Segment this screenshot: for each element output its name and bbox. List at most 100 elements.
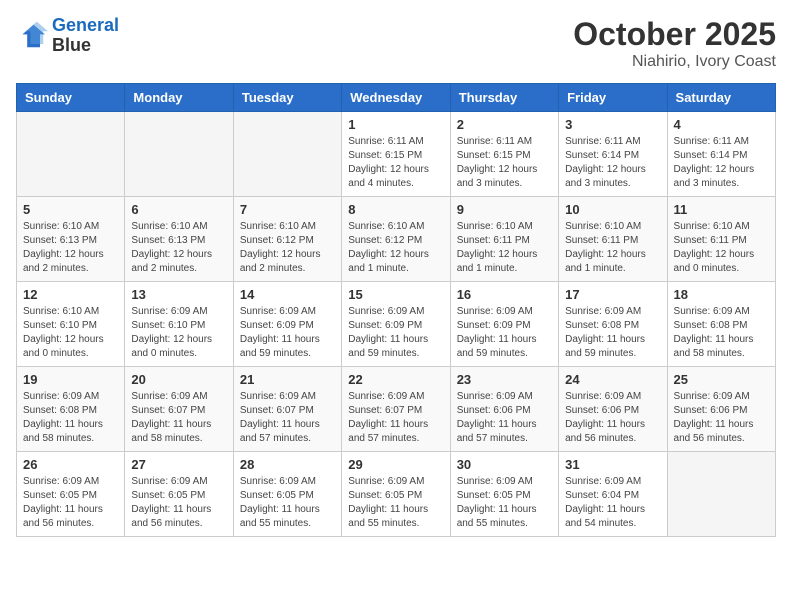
calendar-day-cell [125, 112, 233, 197]
calendar-week-row: 19 Sunrise: 6:09 AM Sunset: 6:08 PM Dayli… [17, 367, 776, 452]
day-info: Sunrise: 6:09 AM Sunset: 6:05 PM Dayligh… [131, 475, 226, 531]
day-number: 22 [348, 372, 443, 387]
title-block: October 2025 Niahirio, Ivory Coast [573, 16, 776, 71]
calendar-day-cell: 24 Sunrise: 6:09 AM Sunset: 6:06 PM Dayli… [559, 367, 667, 452]
day-number: 28 [240, 457, 335, 472]
weekday-header-cell: Sunday [17, 84, 125, 112]
day-number: 13 [131, 287, 226, 302]
calendar-day-cell: 30 Sunrise: 6:09 AM Sunset: 6:05 PM Dayli… [450, 452, 558, 537]
day-info: Sunrise: 6:10 AM Sunset: 6:13 PM Dayligh… [131, 220, 226, 276]
calendar-day-cell: 19 Sunrise: 6:09 AM Sunset: 6:08 PM Dayli… [17, 367, 125, 452]
day-number: 8 [348, 202, 443, 217]
calendar-day-cell: 18Sunrise: 6:09 AM Sunset: 6:08 PM Dayli… [667, 282, 775, 367]
calendar-week-row: 1Sunrise: 6:11 AM Sunset: 6:15 PM Daylig… [17, 112, 776, 197]
day-info: Sunrise: 6:09 AM Sunset: 6:08 PM Dayligh… [565, 305, 660, 361]
calendar-day-cell: 12 Sunrise: 6:10 AM Sunset: 6:10 PM Dayli… [17, 282, 125, 367]
logo: General Blue [16, 16, 119, 56]
calendar-day-cell: 1Sunrise: 6:11 AM Sunset: 6:15 PM Daylig… [342, 112, 450, 197]
day-number: 30 [457, 457, 552, 472]
page-title: October 2025 [573, 16, 776, 53]
calendar-day-cell: 27 Sunrise: 6:09 AM Sunset: 6:05 PM Dayli… [125, 452, 233, 537]
day-number: 12 [23, 287, 118, 302]
calendar-day-cell: 22 Sunrise: 6:09 AM Sunset: 6:07 PM Dayli… [342, 367, 450, 452]
calendar-day-cell: 4 Sunrise: 6:11 AM Sunset: 6:14 PM Daylig… [667, 112, 775, 197]
calendar-table: SundayMondayTuesdayWednesdayThursdayFrid… [16, 83, 776, 537]
day-info: Sunrise: 6:09 AM Sunset: 6:05 PM Dayligh… [457, 475, 552, 531]
day-number: 19 [23, 372, 118, 387]
calendar-day-cell: 28 Sunrise: 6:09 AM Sunset: 6:05 PM Dayli… [233, 452, 341, 537]
calendar-day-cell: 10 Sunrise: 6:10 AM Sunset: 6:11 PM Dayli… [559, 197, 667, 282]
day-info: Sunrise: 6:09 AM Sunset: 6:09 PM Dayligh… [457, 305, 552, 361]
day-info: Sunrise: 6:10 AM Sunset: 6:11 PM Dayligh… [565, 220, 660, 276]
calendar-day-cell: 6 Sunrise: 6:10 AM Sunset: 6:13 PM Daylig… [125, 197, 233, 282]
calendar-day-cell: 25 Sunrise: 6:09 AM Sunset: 6:06 PM Dayli… [667, 367, 775, 452]
day-info: Sunrise: 6:09 AM Sunset: 6:06 PM Dayligh… [457, 390, 552, 446]
day-info: Sunrise: 6:09 AM Sunset: 6:09 PM Dayligh… [240, 305, 335, 361]
weekday-header-cell: Thursday [450, 84, 558, 112]
day-number: 23 [457, 372, 552, 387]
day-number: 9 [457, 202, 552, 217]
day-number: 17 [565, 287, 660, 302]
calendar-day-cell: 31Sunrise: 6:09 AM Sunset: 6:04 PM Dayli… [559, 452, 667, 537]
weekday-header-cell: Friday [559, 84, 667, 112]
logo-icon [16, 20, 48, 52]
weekday-header-cell: Monday [125, 84, 233, 112]
calendar-day-cell: 2Sunrise: 6:11 AM Sunset: 6:15 PM Daylig… [450, 112, 558, 197]
weekday-header-cell: Wednesday [342, 84, 450, 112]
day-number: 21 [240, 372, 335, 387]
day-info: Sunrise: 6:10 AM Sunset: 6:10 PM Dayligh… [23, 305, 118, 361]
day-info: Sunrise: 6:09 AM Sunset: 6:10 PM Dayligh… [131, 305, 226, 361]
day-info: Sunrise: 6:10 AM Sunset: 6:13 PM Dayligh… [23, 220, 118, 276]
day-number: 3 [565, 117, 660, 132]
calendar-day-cell: 3Sunrise: 6:11 AM Sunset: 6:14 PM Daylig… [559, 112, 667, 197]
weekday-header-cell: Tuesday [233, 84, 341, 112]
calendar-day-cell [17, 112, 125, 197]
day-info: Sunrise: 6:09 AM Sunset: 6:06 PM Dayligh… [674, 390, 769, 446]
day-info: Sunrise: 6:09 AM Sunset: 6:05 PM Dayligh… [23, 475, 118, 531]
page-header: General Blue October 2025 Niahirio, Ivor… [16, 16, 776, 71]
day-number: 10 [565, 202, 660, 217]
day-number: 4 [674, 117, 769, 132]
day-info: Sunrise: 6:09 AM Sunset: 6:06 PM Dayligh… [565, 390, 660, 446]
calendar-day-cell: 17 Sunrise: 6:09 AM Sunset: 6:08 PM Dayli… [559, 282, 667, 367]
day-number: 7 [240, 202, 335, 217]
logo-text: General Blue [52, 16, 119, 56]
calendar-day-cell: 9 Sunrise: 6:10 AM Sunset: 6:11 PM Daylig… [450, 197, 558, 282]
day-info: Sunrise: 6:09 AM Sunset: 6:04 PM Dayligh… [565, 475, 660, 531]
day-info: Sunrise: 6:09 AM Sunset: 6:07 PM Dayligh… [348, 390, 443, 446]
day-number: 20 [131, 372, 226, 387]
day-info: Sunrise: 6:10 AM Sunset: 6:11 PM Dayligh… [457, 220, 552, 276]
calendar-day-cell: 8 Sunrise: 6:10 AM Sunset: 6:12 PM Daylig… [342, 197, 450, 282]
calendar-week-row: 12 Sunrise: 6:10 AM Sunset: 6:10 PM Dayli… [17, 282, 776, 367]
day-info: Sunrise: 6:10 AM Sunset: 6:12 PM Dayligh… [240, 220, 335, 276]
calendar-day-cell: 5 Sunrise: 6:10 AM Sunset: 6:13 PM Daylig… [17, 197, 125, 282]
day-info: Sunrise: 6:09 AM Sunset: 6:05 PM Dayligh… [348, 475, 443, 531]
day-number: 26 [23, 457, 118, 472]
day-info: Sunrise: 6:09 AM Sunset: 6:05 PM Dayligh… [240, 475, 335, 531]
day-number: 18 [674, 287, 769, 302]
calendar-day-cell: 16Sunrise: 6:09 AM Sunset: 6:09 PM Dayli… [450, 282, 558, 367]
calendar-day-cell [667, 452, 775, 537]
day-number: 29 [348, 457, 443, 472]
day-info: Sunrise: 6:10 AM Sunset: 6:12 PM Dayligh… [348, 220, 443, 276]
day-info: Sunrise: 6:10 AM Sunset: 6:11 PM Dayligh… [674, 220, 769, 276]
calendar-day-cell: 7 Sunrise: 6:10 AM Sunset: 6:12 PM Daylig… [233, 197, 341, 282]
day-number: 25 [674, 372, 769, 387]
calendar-day-cell: 13 Sunrise: 6:09 AM Sunset: 6:10 PM Dayli… [125, 282, 233, 367]
calendar-day-cell: 26 Sunrise: 6:09 AM Sunset: 6:05 PM Dayli… [17, 452, 125, 537]
day-number: 24 [565, 372, 660, 387]
weekday-header-row: SundayMondayTuesdayWednesdayThursdayFrid… [17, 84, 776, 112]
day-info: Sunrise: 6:09 AM Sunset: 6:09 PM Dayligh… [348, 305, 443, 361]
day-info: Sunrise: 6:11 AM Sunset: 6:15 PM Dayligh… [348, 135, 443, 191]
day-number: 2 [457, 117, 552, 132]
page-subtitle: Niahirio, Ivory Coast [573, 53, 776, 71]
day-number: 14 [240, 287, 335, 302]
day-number: 5 [23, 202, 118, 217]
calendar-day-cell: 11Sunrise: 6:10 AM Sunset: 6:11 PM Dayli… [667, 197, 775, 282]
day-info: Sunrise: 6:09 AM Sunset: 6:08 PM Dayligh… [23, 390, 118, 446]
day-number: 27 [131, 457, 226, 472]
day-info: Sunrise: 6:11 AM Sunset: 6:14 PM Dayligh… [674, 135, 769, 191]
day-number: 6 [131, 202, 226, 217]
calendar-week-row: 5 Sunrise: 6:10 AM Sunset: 6:13 PM Daylig… [17, 197, 776, 282]
calendar-week-row: 26 Sunrise: 6:09 AM Sunset: 6:05 PM Dayli… [17, 452, 776, 537]
